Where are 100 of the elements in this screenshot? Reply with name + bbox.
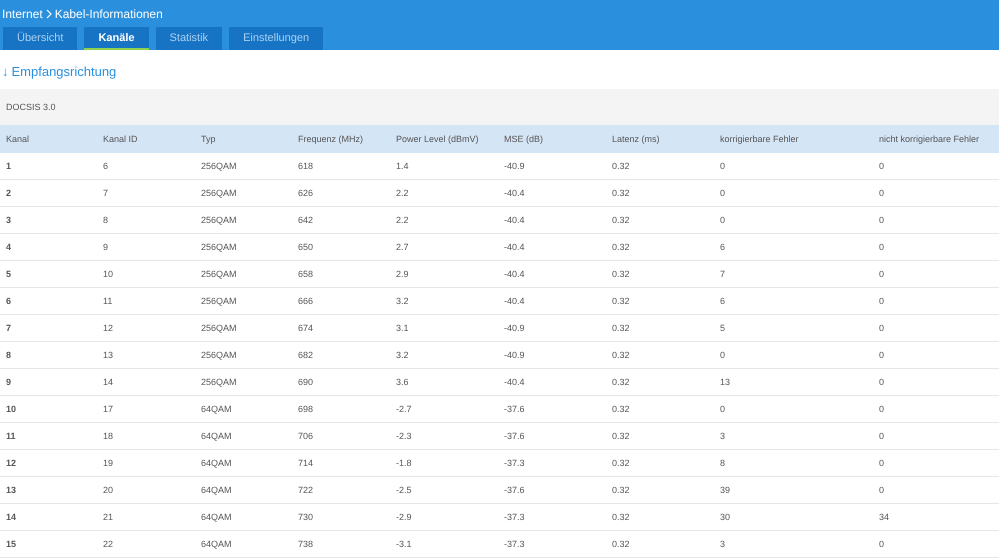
table-cell: 256QAM — [195, 369, 292, 396]
column-header: nicht korrigierbare Fehler — [873, 125, 999, 153]
tab[interactable]: Einstellungen — [229, 27, 324, 50]
table-cell: 10 — [0, 396, 97, 423]
table-cell: 0 — [714, 180, 873, 207]
table-cell: 0.32 — [606, 531, 714, 558]
column-header: Power Level (dBmV) — [390, 125, 498, 153]
table-cell: 0 — [873, 261, 999, 288]
table-cell: 9 — [0, 369, 97, 396]
table-cell: 2.9 — [390, 261, 498, 288]
table-cell: 0 — [873, 234, 999, 261]
table-cell: 0 — [873, 207, 999, 234]
table-cell: 64QAM — [195, 450, 292, 477]
table-cell: -37.3 — [498, 531, 606, 558]
table-cell: -40.4 — [498, 369, 606, 396]
table-cell: 3 — [0, 207, 97, 234]
table-cell: 0 — [714, 207, 873, 234]
table-cell: 0 — [873, 450, 999, 477]
table-cell: 666 — [292, 288, 390, 315]
table-cell: 3.1 — [390, 315, 498, 342]
table-cell: 0 — [873, 477, 999, 504]
chevron-right-icon — [46, 8, 52, 18]
table-cell: 10 — [97, 261, 195, 288]
table-cell: 8 — [714, 450, 873, 477]
table-cell: 15 — [0, 531, 97, 558]
table-cell: -40.9 — [498, 315, 606, 342]
table-cell: 6 — [0, 288, 97, 315]
table-cell: 650 — [292, 234, 390, 261]
tab[interactable]: Kanäle — [84, 27, 149, 50]
table-cell: 21 — [97, 504, 195, 531]
table-cell: 2 — [0, 180, 97, 207]
table-cell: -40.4 — [498, 207, 606, 234]
down-arrow-icon: ↓ — [2, 64, 8, 79]
table-cell: 0.32 — [606, 153, 714, 180]
table-cell: 0.32 — [606, 261, 714, 288]
table-cell: 0 — [873, 342, 999, 369]
breadcrumb-link[interactable]: Internet — [2, 6, 43, 20]
table-cell: 0.32 — [606, 180, 714, 207]
tab[interactable]: Statistik — [156, 27, 222, 50]
table-cell: 658 — [292, 261, 390, 288]
table-cell: 2.2 — [390, 207, 498, 234]
table-cell: 674 — [292, 315, 390, 342]
table-cell: 11 — [97, 288, 195, 315]
column-header: korrigierbare Fehler — [714, 125, 873, 153]
column-header: MSE (dB) — [498, 125, 606, 153]
table-cell: 64QAM — [195, 531, 292, 558]
table-cell: 626 — [292, 180, 390, 207]
table-cell: 3 — [714, 531, 873, 558]
table-cell: 3.2 — [390, 342, 498, 369]
table-cell: 0 — [873, 423, 999, 450]
table-cell: 256QAM — [195, 153, 292, 180]
table-cell: -37.3 — [498, 504, 606, 531]
table-caption: DOCSIS 3.0 — [0, 89, 999, 125]
table-cell: -37.6 — [498, 477, 606, 504]
column-header: Frequenz (MHz) — [292, 125, 390, 153]
table-cell: 0 — [873, 288, 999, 315]
column-header: Kanal ID — [97, 125, 195, 153]
table-cell: 19 — [97, 450, 195, 477]
table-cell: 722 — [292, 477, 390, 504]
table-cell: -40.4 — [498, 180, 606, 207]
tab[interactable]: Übersicht — [3, 27, 78, 50]
table-cell: 256QAM — [195, 207, 292, 234]
table-cell: 256QAM — [195, 180, 292, 207]
table-cell: 0 — [873, 180, 999, 207]
table-cell: 0.32 — [606, 477, 714, 504]
table-cell: 13 — [0, 477, 97, 504]
table-cell: 7 — [0, 315, 97, 342]
table-cell: 7 — [97, 180, 195, 207]
table-cell: 0 — [873, 396, 999, 423]
table-cell: 0.32 — [606, 288, 714, 315]
table-cell: 3.2 — [390, 288, 498, 315]
table-cell: -37.6 — [498, 423, 606, 450]
table-cell: 13 — [97, 342, 195, 369]
table-cell: 4 — [0, 234, 97, 261]
table-cell: 2.7 — [390, 234, 498, 261]
table-cell: 1.4 — [390, 153, 498, 180]
table-cell: 30 — [714, 504, 873, 531]
table-cell: -2.3 — [390, 423, 498, 450]
table-cell: 3 — [714, 423, 873, 450]
table-cell: 5 — [0, 261, 97, 288]
table-cell: 39 — [714, 477, 873, 504]
table-cell: 0 — [873, 315, 999, 342]
table-cell: 8 — [0, 342, 97, 369]
table-cell: -2.5 — [390, 477, 498, 504]
table-cell: -37.3 — [498, 450, 606, 477]
table-cell: 18 — [97, 423, 195, 450]
table-cell: 256QAM — [195, 315, 292, 342]
table-cell: 0 — [714, 342, 873, 369]
table-cell: 706 — [292, 423, 390, 450]
table-cell: 690 — [292, 369, 390, 396]
table-cell: 0.32 — [606, 234, 714, 261]
table-cell: 64QAM — [195, 477, 292, 504]
table-cell: 0.32 — [606, 315, 714, 342]
table-cell: 13 — [714, 369, 873, 396]
table-cell: 6 — [97, 153, 195, 180]
table-cell: -40.9 — [498, 153, 606, 180]
table-cell: 5 — [714, 315, 873, 342]
table-cell: 256QAM — [195, 234, 292, 261]
column-header: Kanal — [0, 125, 97, 153]
table-cell: 7 — [714, 261, 873, 288]
